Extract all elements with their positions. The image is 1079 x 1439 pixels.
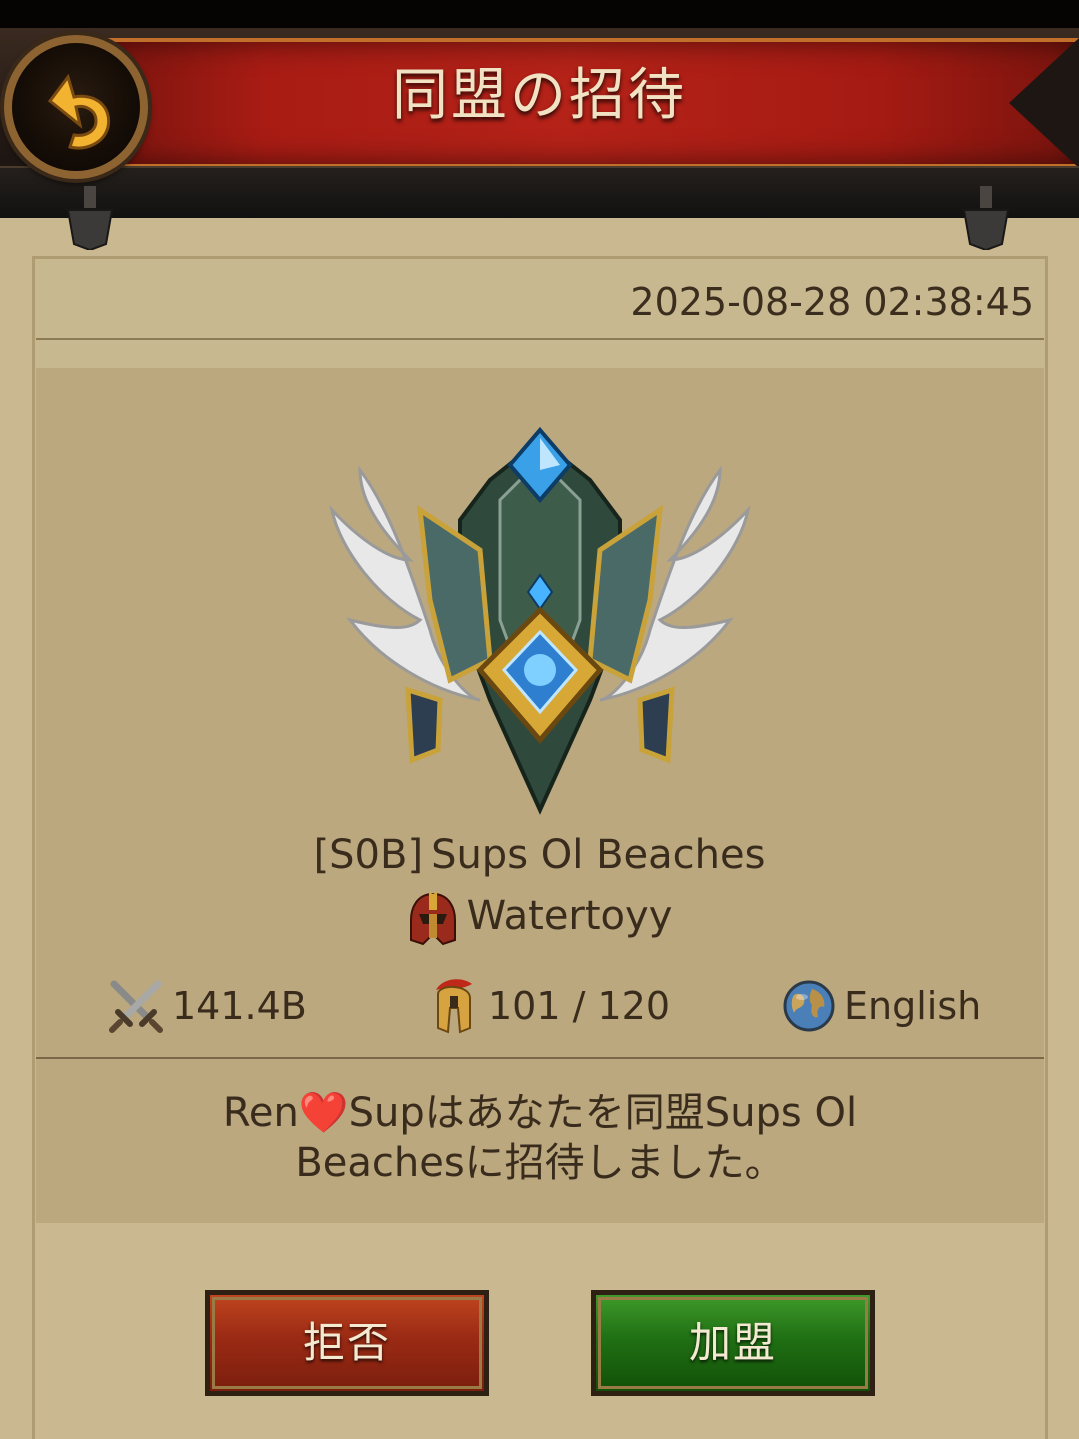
chain-hook-left <box>66 186 114 250</box>
crossed-swords-icon <box>109 980 163 1033</box>
page-title: 同盟の招待 <box>392 63 687 128</box>
spartan-helmet-icon <box>436 979 472 1034</box>
invite-timestamp: 2025-08-28 02:38:45 <box>630 280 1034 324</box>
timestamp-row: 2025-08-28 02:38:45 <box>36 262 1044 340</box>
chain-hook-right <box>962 186 1010 250</box>
language-value: English <box>844 984 982 1028</box>
power-value: 141.4B <box>172 984 307 1028</box>
back-arrow-icon <box>47 73 111 150</box>
alliance-tag: [S0B] <box>313 832 424 878</box>
alliance-members: 101 / 120 <box>428 978 670 1034</box>
invite-message-line-1: Ren❤️Supはあなたを同盟Sups Ol <box>222 1090 858 1136</box>
helmet-icon <box>409 892 456 946</box>
invite-message: Ren❤️Supはあなたを同盟Sups Ol Beachesに招待しました。 <box>120 1088 960 1188</box>
alliance-power: 141.4B <box>108 978 307 1034</box>
alliance-name: Sups Ol Beaches <box>431 832 766 878</box>
header-base <box>0 166 1079 218</box>
join-button[interactable]: 加盟 <box>591 1290 875 1396</box>
alliance-name-row: [S0B] Sups Ol Beaches <box>0 832 1079 878</box>
action-panel <box>36 1223 1044 1439</box>
reject-button[interactable]: 拒否 <box>205 1290 489 1396</box>
alliance-language: English <box>782 978 981 1034</box>
leader-row: Watertoyy <box>0 890 1079 946</box>
members-value: 101 / 120 <box>488 984 671 1028</box>
alliance-invite-screen: 同盟の招待 2025-08-28 02:38:45 [S0B] Sups Ol … <box>0 0 1079 1439</box>
back-button[interactable] <box>4 35 148 179</box>
alliance-emblem-icon <box>329 426 751 815</box>
globe-icon <box>783 980 835 1032</box>
header: 同盟の招待 <box>0 28 1079 218</box>
leader-name: Watertoyy <box>466 893 673 939</box>
invite-message-line-2: Beachesに招待しました。 <box>295 1140 785 1186</box>
